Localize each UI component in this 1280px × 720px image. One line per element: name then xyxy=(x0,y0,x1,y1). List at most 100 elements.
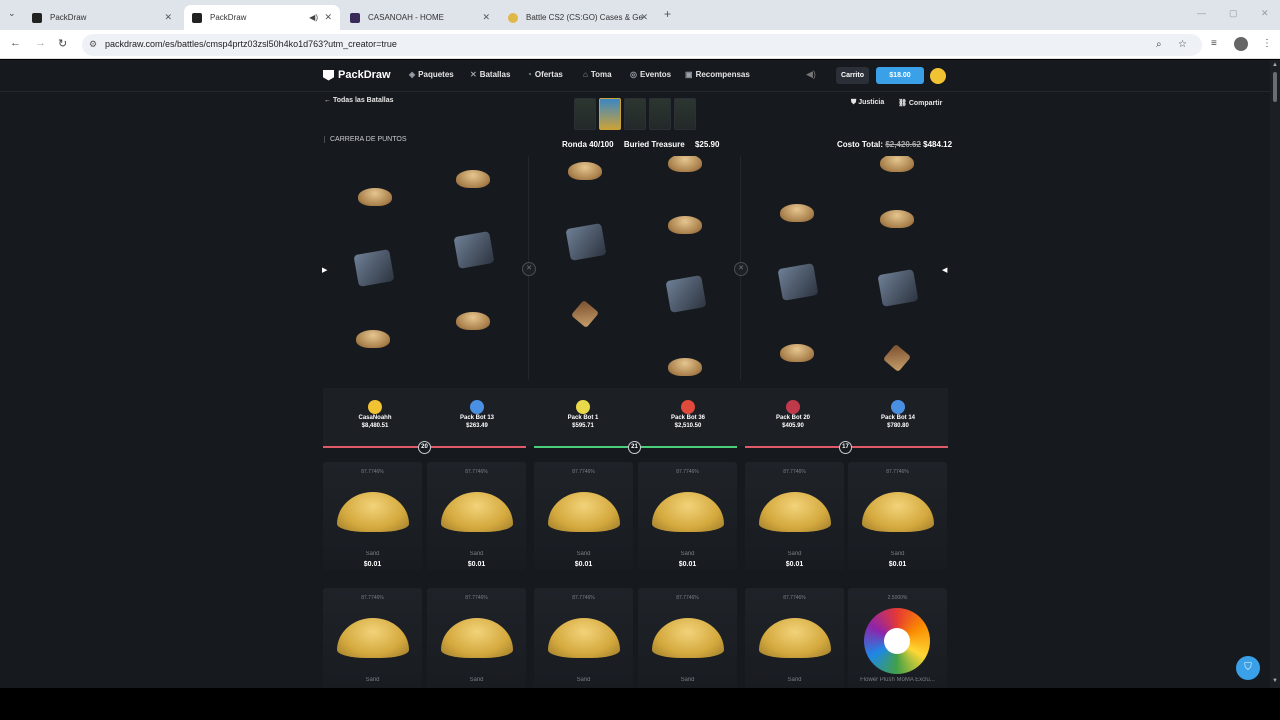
drop-name: Sand xyxy=(469,677,484,683)
case-thumbnail[interactable] xyxy=(649,98,671,130)
close-tab-icon[interactable]: ✕ xyxy=(324,12,332,23)
reel-item-treasure-pile xyxy=(358,184,392,208)
forward-icon[interactable]: → xyxy=(35,37,46,49)
reel-item-sand-bowl xyxy=(780,340,814,364)
arrow-left-icon: ← xyxy=(324,97,331,104)
profile-avatar[interactable] xyxy=(1234,37,1248,51)
drop-card[interactable]: 87.7746% Sand xyxy=(323,588,422,688)
share-link[interactable]: ⛓ Compartir xyxy=(898,99,942,107)
fairness-label: Justicia xyxy=(858,99,885,106)
page-scrollbar[interactable]: ▲ ▼ xyxy=(1270,60,1280,688)
nav-recompensas[interactable]: ▣ Recompensas xyxy=(685,70,750,79)
drop-card[interactable]: 87.7746% Sand xyxy=(534,588,633,688)
scroll-thumb[interactable] xyxy=(1273,72,1277,102)
player-slot[interactable]: Pack Bot 1 $595.71 xyxy=(531,388,635,429)
scroll-up-icon[interactable]: ▲ xyxy=(1272,62,1278,68)
browser-tab-2[interactable]: PackDraw ◀) ✕ xyxy=(184,5,340,30)
browser-menu-icon[interactable]: ⋮ xyxy=(1262,38,1272,49)
tab-title: CASANOAH - HOME xyxy=(368,13,445,22)
user-avatar[interactable] xyxy=(930,68,946,84)
omnibox[interactable]: ⚙ packdraw.com/es/battles/cmsp4prtz03zsl… xyxy=(82,34,1202,56)
packdraw-favicon-icon xyxy=(32,12,42,23)
zoom-icon[interactable]: ⌕ xyxy=(1156,39,1162,50)
tab-title: PackDraw xyxy=(210,13,247,22)
player-slot[interactable]: Pack Bot 20 $405.90 xyxy=(741,388,845,429)
drop-card[interactable]: 87.7746% Sand $0.01 xyxy=(848,462,947,570)
nav-label: Batallas xyxy=(479,70,511,79)
case-strip xyxy=(574,98,696,130)
drop-price: $0.01 xyxy=(467,561,486,568)
drop-card[interactable]: 87.7746% Sand $0.01 xyxy=(323,462,422,570)
drop-name: Sand xyxy=(469,551,484,557)
sand-image xyxy=(652,492,724,532)
browser-tab-1[interactable]: PackDraw ✕ xyxy=(24,5,180,30)
reel-item-sand-mound xyxy=(780,200,814,224)
drop-card[interactable]: 87.7746% Sand $0.01 xyxy=(427,462,526,570)
drop-card[interactable]: 2.5000% Flower Plush MoMA Exclu... xyxy=(848,588,947,688)
browser-tab-3[interactable]: CASANOAH - HOME ✕ xyxy=(342,5,498,30)
bookmark-star-icon[interactable]: ☆ xyxy=(1178,39,1187,50)
close-tab-icon[interactable]: ✕ xyxy=(482,12,490,23)
minimize-icon[interactable]: — xyxy=(1197,8,1206,18)
drop-card[interactable]: 87.7746% Sand xyxy=(745,588,844,688)
reel-item-treasure-pile xyxy=(880,156,914,174)
reload-icon[interactable]: ↻ xyxy=(58,37,67,50)
reel-item-cards xyxy=(353,249,395,287)
close-tab-icon[interactable]: ✕ xyxy=(640,12,648,23)
drop-card[interactable]: 87.7746% Sand $0.01 xyxy=(534,462,633,570)
nav-paquetes[interactable]: ◈ Paquetes xyxy=(409,70,454,79)
swords-icon: ✕ xyxy=(470,70,477,79)
speaker-icon[interactable]: ◀) xyxy=(309,13,318,22)
drop-card[interactable]: 87.7746% Sand xyxy=(427,588,526,688)
nav-ofertas[interactable]: ◔ Ofertas xyxy=(527,70,563,79)
fairness-link[interactable]: ⛊ Justicia xyxy=(851,99,884,107)
media-control-icon[interactable]: ≡ xyxy=(1211,38,1217,49)
tab-search-icon[interactable]: ⌄ xyxy=(8,8,16,19)
cart-button[interactable]: Carrito xyxy=(836,67,869,84)
packdraw-logo-icon xyxy=(323,69,334,81)
player-slot[interactable]: Pack Bot 13 $263.49 xyxy=(425,388,529,429)
nav-toma[interactable]: ⌂ Toma xyxy=(583,70,612,79)
reel-item-sand xyxy=(356,326,390,350)
close-window-icon[interactable]: ✕ xyxy=(1261,8,1269,19)
case-thumbnail[interactable] xyxy=(624,98,646,130)
player-slot[interactable]: CasaNoahh $8,480.51 xyxy=(323,388,427,429)
maximize-icon[interactable]: ▢ xyxy=(1229,8,1238,19)
url-text[interactable]: packdraw.com/es/battles/cmsp4prtz03zsl50… xyxy=(105,39,397,49)
player-value: $8,480.51 xyxy=(361,423,389,429)
casanoah-favicon-icon xyxy=(350,12,360,23)
sound-toggle-icon[interactable]: ◀) xyxy=(806,69,816,80)
support-chat-button[interactable]: ⛉ xyxy=(1236,656,1260,680)
player-slot[interactable]: Pack Bot 36 $2,510.50 xyxy=(636,388,740,429)
nav-batallas[interactable]: ✕ Batallas xyxy=(470,70,510,79)
packdraw-logo[interactable]: PackDraw xyxy=(323,69,391,81)
case-thumbnail[interactable] xyxy=(574,98,596,130)
drop-odds: 87.7746% xyxy=(676,469,699,475)
case-thumbnail-current[interactable] xyxy=(599,98,621,130)
player-slot[interactable]: Pack Bot 14 $780.80 xyxy=(846,388,950,429)
close-tab-icon[interactable]: ✕ xyxy=(164,12,172,23)
player-name: Pack Bot 13 xyxy=(459,415,495,421)
back-icon[interactable]: ← xyxy=(10,37,21,49)
drop-odds: 87.7746% xyxy=(572,595,595,601)
browser-tab-4[interactable]: Battle CS2 (CS:GO) Cases & Ge ✕ xyxy=(500,5,656,30)
case-thumbnail[interactable] xyxy=(674,98,696,130)
total-cost-label: Costo Total: xyxy=(837,140,884,149)
back-to-battles-link[interactable]: ← Todas las Batallas xyxy=(324,97,394,104)
nav-eventos[interactable]: ◎ Eventos xyxy=(630,70,671,79)
shield-icon: ⛊ xyxy=(851,99,857,106)
drop-card[interactable]: 87.7746% Sand xyxy=(638,588,737,688)
drop-name: Flower Plush MoMA Exclu... xyxy=(860,677,935,683)
drop-card[interactable]: 87.7746% Sand $0.01 xyxy=(638,462,737,570)
drop-name: Sand xyxy=(365,551,380,557)
reel-item-cards xyxy=(665,275,707,313)
drop-odds: 87.7746% xyxy=(783,469,806,475)
reel-item-shovel xyxy=(568,299,602,329)
reel-item-cards xyxy=(877,269,919,307)
balance-button[interactable]: $18.00 xyxy=(876,67,924,84)
site-info-icon[interactable]: ⚙ xyxy=(89,39,97,50)
scroll-down-icon[interactable]: ▼ xyxy=(1272,678,1278,684)
drop-card[interactable]: 87.7746% Sand $0.01 xyxy=(745,462,844,570)
new-tab-icon[interactable]: + xyxy=(664,7,671,21)
player-avatar xyxy=(470,400,484,414)
